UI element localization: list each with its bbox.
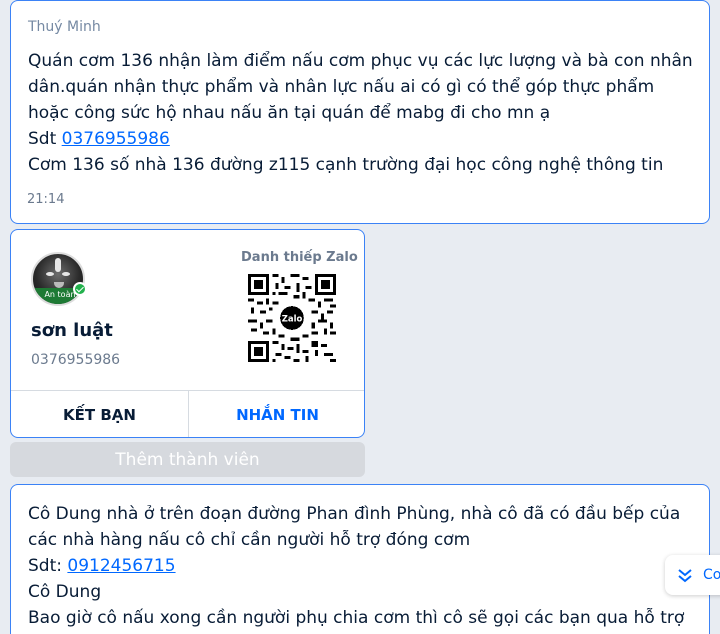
message-line: Cô Dung <box>28 582 102 602</box>
sender-name: Thuý Minh <box>28 19 101 35</box>
add-friend-button[interactable]: KẾT BẠN <box>11 391 188 437</box>
avatar[interactable]: An toàn <box>31 252 85 306</box>
phone-link[interactable]: 0912456715 <box>67 556 175 576</box>
message-time: 21:14 <box>27 192 65 207</box>
message-text: Cô Dung nhà ở trên đoạn đường Phan đình … <box>28 501 698 631</box>
card-title: Danh thiếp Zalo <box>241 250 358 265</box>
scroll-to-bottom-button[interactable]: Co <box>665 555 720 595</box>
scroll-button-label: Co <box>703 567 720 583</box>
contact-phone: 0376955986 <box>31 352 121 368</box>
qr-code-icon: Zalo <box>248 274 336 362</box>
verified-icon <box>73 282 87 296</box>
send-message-button[interactable]: NHẮN TIN <box>189 391 364 437</box>
chevrons-down-icon <box>678 569 692 583</box>
message-line: Quán cơm 136 nhận làm điểm nấu cơm phục … <box>28 51 693 123</box>
message-line: Cơm 136 số nhà 136 đường z115 cạnh trườn… <box>28 155 664 175</box>
contact-card[interactable]: An toàn sơn luật 0376955986 Danh thiếp Z… <box>10 229 365 438</box>
message-bubble: Cô Dung nhà ở trên đoạn đường Phan đình … <box>10 484 710 634</box>
phone-prefix: Sdt: <box>28 556 68 576</box>
message-line: Bao giờ cô nấu xong cần người phụ chia c… <box>28 608 685 628</box>
contact-name: sơn luật <box>31 320 113 341</box>
qr-logo-text: Zalo <box>282 314 303 324</box>
phone-prefix: Sdt <box>28 129 62 149</box>
message-line: Cô Dung nhà ở trên đoạn đường Phan đình … <box>28 504 681 550</box>
message-bubble: Thuý Minh Quán cơm 136 nhận làm điểm nấu… <box>10 0 710 224</box>
message-text: Quán cơm 136 nhận làm điểm nấu cơm phục … <box>28 48 698 178</box>
add-member-button[interactable]: Thêm thành viên <box>10 442 365 477</box>
phone-link[interactable]: 0376955986 <box>62 129 170 149</box>
